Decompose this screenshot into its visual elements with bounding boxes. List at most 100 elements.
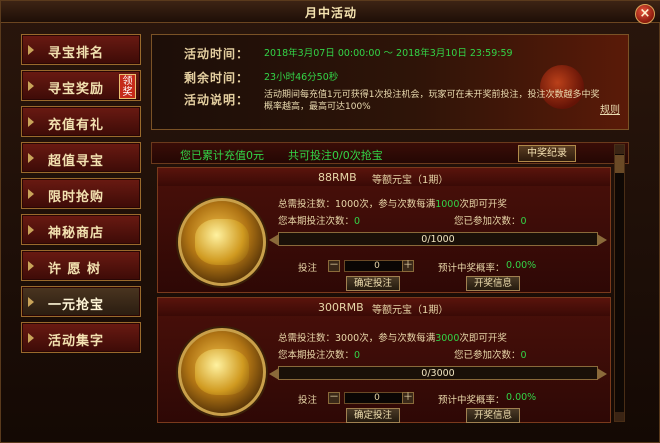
sidebar-item-flash-sale[interactable]: 限时抢购	[21, 178, 141, 209]
bar-cap-left	[269, 234, 279, 246]
total-bets-suffix: 次即可开奖	[459, 199, 507, 210]
ingot-pile	[195, 219, 249, 265]
total-bets-suffix: 次即可开奖	[459, 333, 507, 344]
description-text: 活动期间每充值1元可获得1次投注机会，玩家可在未开奖前投注，投注次数越多中奖概率…	[264, 90, 600, 112]
total-bets-line: 总需投注数：3000次，参与次数每满3000次即可开奖	[278, 330, 507, 344]
my-bets-line: 您本期投注次数：0	[278, 347, 360, 361]
scrollbar[interactable]	[614, 144, 625, 422]
confirm-bet-button[interactable]: 确定投注	[346, 276, 400, 291]
sidebar-item-label: 神秘商店	[48, 226, 105, 241]
scroll-down-icon[interactable]	[615, 412, 624, 421]
gold-ingot-icon	[178, 198, 266, 286]
window-title: 月中活动	[304, 6, 357, 20]
win-prob-label: 预计中奖概率：	[438, 395, 505, 406]
remaining-time-label: 剩余时间：	[184, 71, 250, 85]
scroll-up-icon[interactable]	[615, 145, 624, 154]
sidebar-item-label: 限时抢购	[48, 190, 105, 205]
arrow-icon	[28, 333, 34, 343]
total-bets-value: 1000次，参与次数每满	[335, 199, 436, 210]
activity-info-panel: 活动时间： 2018年3月07日 00:00:00 ～ 2018年3月10日 2…	[151, 34, 629, 130]
sidebar-item-label: 寻宝排名	[48, 46, 105, 61]
sidebar-item-treasure-rank[interactable]: 寻宝排名	[21, 34, 141, 65]
joined-label: 您已参加次数：	[454, 350, 521, 361]
sidebar-item-treasure-reward[interactable]: 寻宝奖励 领奖	[21, 70, 141, 101]
arrow-icon	[28, 45, 34, 55]
bet-quantity-input[interactable]: 0	[344, 260, 410, 272]
win-prob-value: 0.00%	[506, 260, 537, 271]
my-bets-label: 您本期投注次数：	[278, 350, 355, 361]
title-bar: 月中活动 ×	[1, 1, 660, 24]
progress-bar: 0/1000	[269, 232, 607, 246]
available-bets: 共可投注0/0次抢宝	[288, 149, 383, 162]
activity-time-label: 活动时间：	[184, 47, 250, 61]
card-header: 88RMB 等额元宝（1期）	[158, 168, 610, 186]
my-bets-label: 您本期投注次数：	[278, 216, 355, 227]
summary-bar: 您已累计充值0元 共可投注0/0次抢宝 中奖纪录	[151, 142, 629, 164]
win-prob-value: 0.00%	[506, 392, 537, 403]
progress-text: 0/3000	[421, 368, 455, 379]
remaining-time-value: 23小时46分50秒	[264, 72, 339, 83]
sidebar-item-collect-words[interactable]: 活动集字	[21, 322, 141, 353]
bar-cap-left	[269, 368, 279, 380]
arrow-icon	[28, 261, 34, 271]
card-header: 300RMB 等额元宝（1期）	[158, 298, 610, 316]
ingot-pile	[195, 349, 249, 395]
my-bets-value: 0	[354, 350, 361, 361]
sidebar-item-mystery-shop[interactable]: 神秘商店	[21, 214, 141, 245]
activity-time-value: 2018年3月07日 00:00:00 ～ 2018年3月10日 23:59:5…	[264, 48, 513, 59]
sidebar-item-label: 超值寻宝	[48, 154, 105, 169]
total-bets-label: 总需投注数：	[278, 333, 336, 344]
sidebar-item-one-yuan-grab[interactable]: 一元抢宝	[21, 286, 141, 317]
bet-quantity-input[interactable]: 0	[344, 392, 410, 404]
total-bets-value: 3000次，参与次数每满	[335, 333, 436, 344]
joined-line: 您已参加次数：0	[454, 347, 527, 361]
decrease-button[interactable]: －	[328, 260, 340, 272]
sidebar-item-value-treasure[interactable]: 超值寻宝	[21, 142, 141, 173]
arrow-icon	[28, 189, 34, 199]
draw-info-button[interactable]: 开奖信息	[466, 408, 520, 423]
win-history-button[interactable]: 中奖纪录	[518, 145, 576, 162]
arrow-icon	[28, 297, 34, 307]
prize-card: 88RMB 等额元宝（1期） 总需投注数：1000次，参与次数每满1000次即可…	[157, 167, 611, 293]
confirm-bet-button[interactable]: 确定投注	[346, 408, 400, 423]
total-bets-threshold: 1000	[435, 199, 460, 210]
sidebar-item-label: 许 愿 树	[48, 262, 102, 277]
prize-price: 300RMB	[318, 301, 364, 314]
sidebar-item-label: 充值有礼	[48, 118, 105, 133]
joined-value: 0	[520, 350, 527, 361]
rules-link[interactable]: 规则	[600, 101, 620, 116]
sidebar-item-recharge-gift[interactable]: 充值有礼	[21, 106, 141, 137]
total-bets-line: 总需投注数：1000次，参与次数每满1000次即可开奖	[278, 196, 507, 210]
joined-value: 0	[520, 216, 527, 227]
prize-name: 等额元宝（1期）	[372, 305, 449, 316]
progress-bar: 0/3000	[269, 366, 607, 380]
joined-label: 您已参加次数：	[454, 216, 521, 227]
scroll-thumb[interactable]	[615, 155, 624, 173]
prize-name: 等额元宝（1期）	[372, 175, 449, 186]
sidebar-item-label: 一元抢宝	[48, 298, 105, 313]
prize-card: 300RMB 等额元宝（1期） 总需投注数：3000次，参与次数每满3000次即…	[157, 297, 611, 423]
bet-label: 投注	[298, 263, 318, 274]
sidebar-item-label: 活动集字	[48, 334, 105, 349]
bar-cap-right	[597, 368, 607, 380]
close-icon[interactable]: ×	[635, 4, 655, 24]
win-prob-label: 预计中奖概率：	[438, 263, 505, 274]
arrow-icon	[28, 117, 34, 127]
sidebar: 寻宝排名 寻宝奖励 领奖 充值有礼 超值寻宝 限时抢购 神秘商店 许 愿 树 一…	[21, 34, 141, 359]
arrow-icon	[28, 81, 34, 91]
claim-badge[interactable]: 领奖	[119, 74, 136, 99]
total-bets-threshold: 3000	[435, 333, 460, 344]
my-bets-value: 0	[354, 216, 361, 227]
arrow-icon	[28, 225, 34, 235]
my-bets-line: 您本期投注次数：0	[278, 213, 360, 227]
recharged-amount: 您已累计充值0元	[180, 149, 264, 162]
decrease-button[interactable]: －	[328, 392, 340, 404]
progress-text: 0/1000	[421, 234, 455, 245]
increase-button[interactable]: ＋	[402, 260, 414, 272]
increase-button[interactable]: ＋	[402, 392, 414, 404]
sidebar-item-wish-tree[interactable]: 许 愿 树	[21, 250, 141, 281]
prize-price: 88RMB	[318, 171, 357, 184]
bet-label: 投注	[298, 395, 318, 406]
draw-info-button[interactable]: 开奖信息	[466, 276, 520, 291]
total-bets-label: 总需投注数：	[278, 199, 336, 210]
